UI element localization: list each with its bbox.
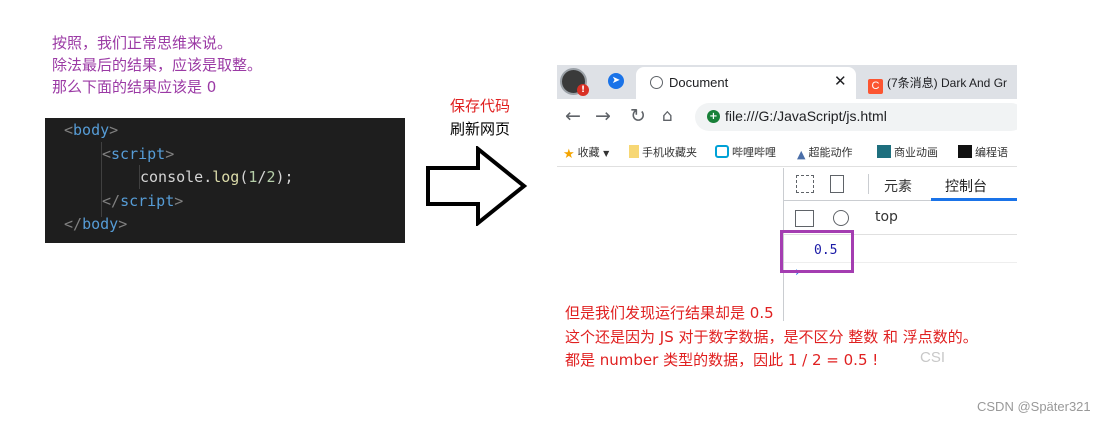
code-tag: script (120, 191, 175, 210)
bookmark-mobile[interactable]: 手机收藏夹 (629, 144, 697, 160)
bookmark-label: 编程语 (975, 146, 1008, 159)
code-tag: script (111, 144, 166, 163)
close-icon[interactable]: ✕ (834, 72, 847, 90)
code-line: console.log(1/2); (140, 168, 294, 186)
bookmarks-bar: ★ 收藏 ▼ 手机收藏夹 哔哩哔哩 ▲ 超能动作 商业动画 编程语 (557, 135, 1017, 167)
back-icon[interactable]: ← (565, 105, 581, 127)
caption-refresh: 刷新网页 (449, 120, 510, 138)
sidebar-toggle-icon[interactable] (795, 210, 814, 227)
bookmark-action[interactable]: ▲ 超能动作 (797, 144, 852, 161)
code-text: ); (275, 168, 294, 186)
inspect-icon[interactable] (796, 175, 814, 193)
send-icon[interactable]: ➤ (608, 73, 624, 89)
intro-notes: 按照，我们正常思维来说。 除法最后的结果，应该是取整。 那么下面的结果应该是 0 (52, 32, 262, 98)
tab-bar: ! ➤ Document ✕ C (7条消息) Dark And Gr (557, 65, 1017, 99)
tab-document[interactable]: Document ✕ (636, 67, 856, 99)
divider (868, 174, 869, 194)
explain-line: 都是 number 类型的数据，因此 1 / 2 = 0.5 ! (565, 351, 879, 369)
code-line: </script> (102, 191, 184, 210)
devtools-tabs: 元素 控制台 (784, 168, 1017, 201)
animation-icon (877, 145, 891, 158)
notification-badge-icon: ! (577, 84, 589, 96)
caption-save: 保存代码 (449, 97, 510, 115)
address-bar[interactable]: + file:///G:/JavaScript/js.html (695, 103, 1017, 131)
mountain-icon: ▲ (797, 148, 806, 161)
code-line: <body> (64, 121, 119, 139)
caret-down-icon: ▼ (603, 149, 610, 158)
home-icon[interactable]: ⌂ (662, 106, 673, 126)
arrow-caption: 保存代码 刷新网页 (440, 95, 520, 141)
code-snippet: <body> <script> console.log(1/2); </scri… (45, 118, 405, 243)
bilibili-icon (715, 145, 729, 158)
bookmark-label: 超能动作 (808, 146, 853, 159)
tab-csdn[interactable]: C (7条消息) Dark And Gr (868, 74, 1007, 94)
code-line: <script> (102, 144, 175, 163)
reload-icon[interactable]: ↻ (630, 105, 646, 127)
context-selector[interactable]: top (875, 209, 898, 225)
tab-elements[interactable]: 元素 (884, 176, 912, 196)
explain-line: 这个还是因为 JS 对于数字数据，是不区分 整数 和 浮点数的。 (565, 327, 978, 346)
explanation: 但是我们发现运行结果却是 0.5 这个还是因为 JS 对于数字数据，是不区分 整… (565, 302, 978, 373)
bookmark-bilibili[interactable]: 哔哩哔哩 (715, 144, 776, 160)
bookmark-label: 哔哩哔哩 (732, 146, 776, 159)
url-text: file:///G:/JavaScript/js.html (725, 108, 887, 124)
page-viewport (557, 168, 783, 321)
tab-console[interactable]: 控制台 (945, 176, 987, 196)
explain-line: 但是我们发现运行结果却是 0.5 (565, 304, 774, 322)
bookmark-animation[interactable]: 商业动画 (877, 144, 938, 160)
code-tag: body (82, 215, 119, 233)
bookmark-favorites[interactable]: ★ 收藏 ▼ (563, 144, 610, 162)
code-text: console. (140, 168, 213, 186)
browser-window: ! ➤ Document ✕ C (7条消息) Dark And Gr ← → ↻… (557, 65, 1017, 321)
globe-icon (650, 76, 663, 89)
bookmark-label: 手机收藏夹 (642, 146, 697, 159)
note-line: 那么下面的结果应该是 0 (52, 78, 217, 96)
bookmark-label: 商业动画 (894, 146, 938, 159)
code-function: log (212, 168, 240, 186)
active-tab-indicator (931, 198, 1017, 201)
forward-icon[interactable]: → (595, 105, 611, 127)
note-line: 除法最后的结果，应该是取整。 (52, 56, 263, 74)
tab-title: (7条消息) Dark And Gr (887, 76, 1008, 90)
output-highlight-box (780, 230, 854, 273)
note-line: 按照，我们正常思维来说。 (52, 34, 233, 52)
bookmark-programming[interactable]: 编程语 (958, 144, 1008, 160)
code-line: </body> (64, 215, 128, 233)
device-toolbar-icon[interactable] (830, 175, 844, 193)
secure-icon: + (707, 110, 720, 123)
watermark: CSDN @Später321 (977, 399, 1091, 414)
csdn-icon: C (868, 79, 883, 94)
faint-watermark: CSI (920, 349, 946, 366)
bookmark-label: 收藏 (577, 146, 600, 159)
code-icon (958, 145, 972, 158)
tab-title: Document (669, 75, 729, 90)
right-arrow-icon (426, 146, 528, 226)
folder-icon (629, 145, 639, 158)
clear-console-icon[interactable] (833, 210, 849, 226)
code-tag: body (73, 121, 110, 139)
browser-toolbar: ← → ↻ ⌂ + file:///G:/JavaScript/js.html (557, 99, 1017, 135)
star-icon: ★ (563, 147, 575, 162)
